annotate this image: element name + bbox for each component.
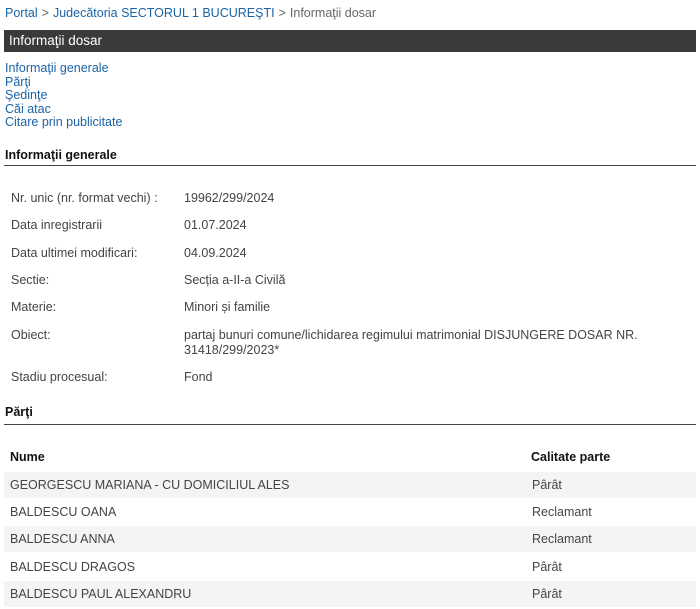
nav-link-cai-atac[interactable]: Căi atac bbox=[5, 102, 122, 117]
party-role: Pârât bbox=[532, 478, 562, 492]
section-divider bbox=[4, 424, 696, 425]
breadcrumb-separator: > bbox=[41, 6, 49, 20]
table-row: BALDESCU PAUL ALEXANDRU Pârât bbox=[4, 581, 696, 607]
table-row: GEORGESCU MARIANA - CU DOMICILIUL ALES P… bbox=[4, 472, 696, 498]
nav-link-citare-publicitate[interactable]: Citare prin publicitate bbox=[5, 115, 122, 130]
section-nav: Informaţii generale Părţi Şedinţe Căi at… bbox=[5, 61, 122, 130]
table-row: BALDESCU DRAGOS Pârât bbox=[4, 554, 696, 580]
info-label: Data inregistrarii bbox=[11, 218, 103, 232]
breadcrumb-separator: > bbox=[278, 6, 286, 20]
page-title-bar: Informaţii dosar bbox=[4, 30, 696, 52]
breadcrumb-current: Informaţii dosar bbox=[289, 6, 377, 20]
info-value: 19962/299/2024 bbox=[184, 191, 275, 205]
column-header-calitate: Calitate parte bbox=[531, 450, 611, 464]
info-value: Secția a-II-a Civilă bbox=[184, 273, 286, 287]
page: Portal > Judecătoria SECTORUL 1 BUCUREŞTI >… bbox=[0, 0, 700, 609]
party-name: BALDESCU OANA bbox=[10, 505, 117, 519]
table-row: BALDESCU OANA Reclamant bbox=[4, 499, 696, 525]
general-info-title: Informaţii generale bbox=[5, 148, 117, 162]
info-value: Minori și familie bbox=[184, 300, 271, 314]
info-value: 04.09.2024 bbox=[184, 246, 247, 260]
party-name: BALDESCU ANNA bbox=[10, 532, 115, 546]
breadcrumb-portal-link[interactable]: Portal bbox=[5, 6, 38, 20]
party-name: BALDESCU DRAGOS bbox=[10, 560, 136, 574]
nav-link-sedinte[interactable]: Şedinţe bbox=[5, 88, 122, 103]
info-label: Materie: bbox=[11, 300, 57, 314]
party-name: BALDESCU PAUL ALEXANDRU bbox=[10, 587, 192, 601]
nav-link-parti[interactable]: Părţi bbox=[5, 75, 122, 90]
info-label: Data ultimei modificari: bbox=[11, 246, 138, 260]
party-name: GEORGESCU MARIANA - CU DOMICILIUL ALES bbox=[10, 478, 290, 492]
info-value: Fond bbox=[184, 370, 213, 384]
column-header-nume: Nume bbox=[10, 450, 45, 464]
party-role: Pârât bbox=[532, 560, 562, 574]
party-role: Pârât bbox=[532, 587, 562, 601]
breadcrumb: Portal > Judecătoria SECTORUL 1 BUCUREŞTI >… bbox=[5, 6, 376, 20]
info-label: Stadiu procesual: bbox=[11, 370, 108, 384]
info-label: Nr. unic (nr. format vechi) : bbox=[11, 191, 158, 205]
page-title: Informaţii dosar bbox=[9, 33, 103, 48]
table-row: BALDESCU ANNA Reclamant bbox=[4, 526, 696, 552]
parti-title: Părţi bbox=[5, 405, 33, 419]
nav-link-informatii-generale[interactable]: Informaţii generale bbox=[5, 61, 122, 76]
info-label: Obiect: bbox=[11, 328, 51, 342]
breadcrumb-court-link[interactable]: Judecătoria SECTORUL 1 BUCUREŞTI bbox=[53, 6, 275, 20]
party-role: Reclamant bbox=[532, 505, 592, 519]
info-value: partaj bunuri comune/lichidarea regimulu… bbox=[184, 328, 638, 357]
info-label: Sectie: bbox=[11, 273, 50, 287]
info-value: 01.07.2024 bbox=[184, 218, 247, 232]
section-divider bbox=[4, 165, 696, 166]
party-role: Reclamant bbox=[532, 532, 592, 546]
